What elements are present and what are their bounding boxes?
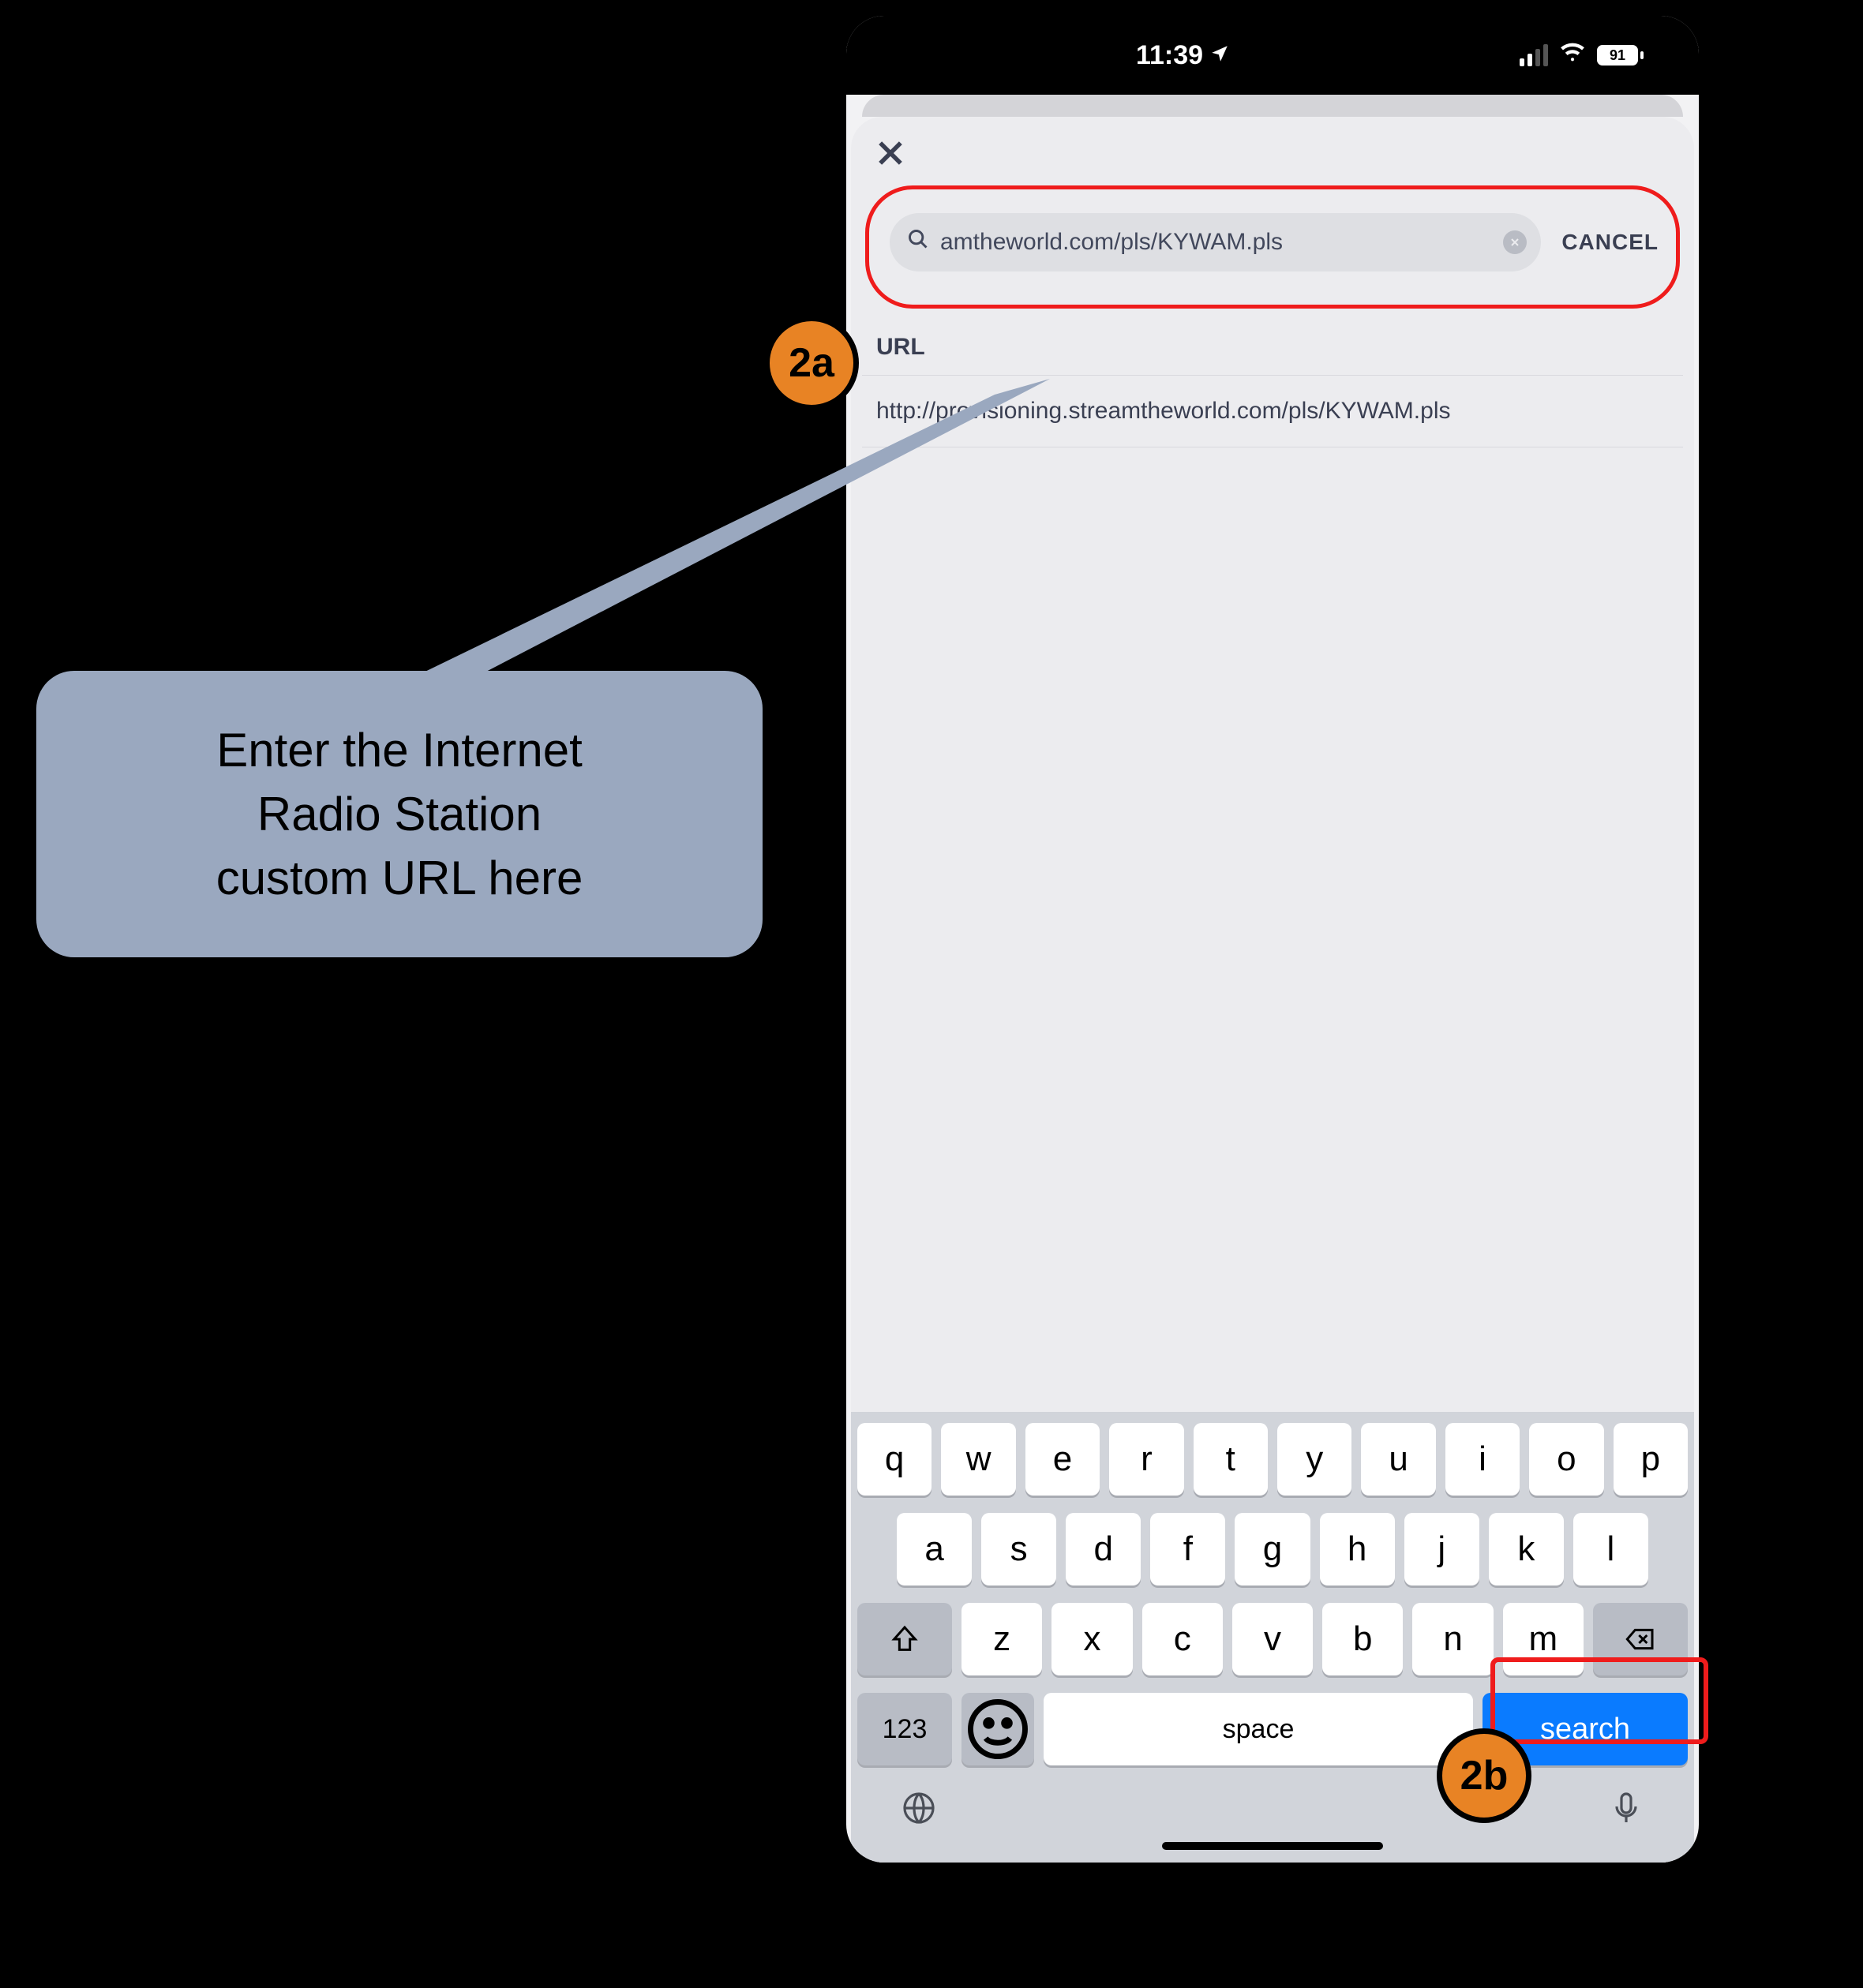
callout-line-1: Enter the Internet <box>76 718 723 782</box>
key-t[interactable]: t <box>1194 1423 1268 1496</box>
key-a[interactable]: a <box>897 1513 972 1586</box>
globe-icon[interactable] <box>900 1789 938 1831</box>
cellular-icon <box>1520 44 1548 66</box>
key-s[interactable]: s <box>981 1513 1056 1586</box>
key-l[interactable]: l <box>1573 1513 1648 1586</box>
key-z[interactable]: z <box>961 1603 1042 1675</box>
search-icon <box>907 228 929 256</box>
sheet-stack-hint <box>862 95 1683 117</box>
key-h[interactable]: h <box>1320 1513 1395 1586</box>
wifi-icon <box>1559 39 1586 73</box>
search-sheet: amtheworld.com/pls/KYWAM.pls CANCEL URL … <box>851 117 1694 1863</box>
key-f[interactable]: f <box>1150 1513 1225 1586</box>
key-x[interactable]: x <box>1051 1603 1132 1675</box>
search-input-value: amtheworld.com/pls/KYWAM.pls <box>940 229 1492 256</box>
key-m[interactable]: m <box>1503 1603 1584 1675</box>
key-v[interactable]: v <box>1232 1603 1313 1675</box>
clear-input-icon[interactable] <box>1503 230 1527 254</box>
step-badge-2b: 2b <box>1437 1728 1531 1823</box>
backspace-key[interactable] <box>1593 1603 1688 1675</box>
key-u[interactable]: u <box>1361 1423 1435 1496</box>
keyboard-row-3: z x c v b n m <box>857 1603 1688 1675</box>
key-i[interactable]: i <box>1445 1423 1520 1496</box>
key-r[interactable]: r <box>1109 1423 1183 1496</box>
cancel-button[interactable]: CANCEL <box>1561 230 1659 255</box>
status-time-area: 11:39 <box>846 40 1520 71</box>
url-result-row[interactable]: http://provisioning.streamtheworld.com/p… <box>862 375 1683 447</box>
status-bar: 11:39 91 <box>846 16 1699 95</box>
space-key[interactable]: space <box>1044 1693 1473 1765</box>
step-badge-2a: 2a <box>764 316 859 410</box>
key-n[interactable]: n <box>1412 1603 1493 1675</box>
keyboard-row-bottom: 123 space search <box>857 1693 1688 1765</box>
keyboard-row-2: a s d f g h j k l <box>857 1513 1688 1586</box>
key-c[interactable]: c <box>1142 1603 1223 1675</box>
emoji-key[interactable] <box>961 1693 1034 1765</box>
numeric-key[interactable]: 123 <box>857 1693 952 1765</box>
url-result-text: http://provisioning.streamtheworld.com/p… <box>876 398 1451 424</box>
battery-pct: 91 <box>1597 45 1638 66</box>
key-j[interactable]: j <box>1404 1513 1479 1586</box>
search-row-highlight: amtheworld.com/pls/KYWAM.pls CANCEL <box>865 185 1680 309</box>
key-y[interactable]: y <box>1277 1423 1351 1496</box>
callout-line-2: Radio Station <box>76 782 723 846</box>
status-indicators: 91 <box>1520 39 1644 73</box>
key-q[interactable]: q <box>857 1423 932 1496</box>
location-icon <box>1209 40 1230 71</box>
callout-instruction: Enter the Internet Radio Station custom … <box>36 671 763 957</box>
key-o[interactable]: o <box>1529 1423 1603 1496</box>
status-time: 11:39 <box>1136 40 1203 71</box>
battery-icon: 91 <box>1597 45 1644 66</box>
keyboard-footer <box>857 1783 1688 1863</box>
key-p[interactable]: p <box>1614 1423 1688 1496</box>
close-icon[interactable] <box>873 160 908 174</box>
key-d[interactable]: d <box>1066 1513 1141 1586</box>
home-indicator[interactable] <box>1162 1842 1383 1850</box>
keyboard-row-1: q w e r t y u i o p <box>857 1423 1688 1496</box>
callout-line-3: custom URL here <box>76 846 723 910</box>
key-w[interactable]: w <box>941 1423 1015 1496</box>
dictation-icon[interactable] <box>1607 1789 1645 1831</box>
shift-key[interactable] <box>857 1603 952 1675</box>
key-g[interactable]: g <box>1235 1513 1310 1586</box>
search-input[interactable]: amtheworld.com/pls/KYWAM.pls <box>890 213 1541 271</box>
key-b[interactable]: b <box>1322 1603 1403 1675</box>
url-section-title: URL <box>851 309 1694 375</box>
key-k[interactable]: k <box>1489 1513 1564 1586</box>
key-e[interactable]: e <box>1025 1423 1100 1496</box>
phone-frame: 11:39 91 <box>846 16 1699 1863</box>
on-screen-keyboard: q w e r t y u i o p a s d f g h j k l <box>851 1412 1694 1863</box>
